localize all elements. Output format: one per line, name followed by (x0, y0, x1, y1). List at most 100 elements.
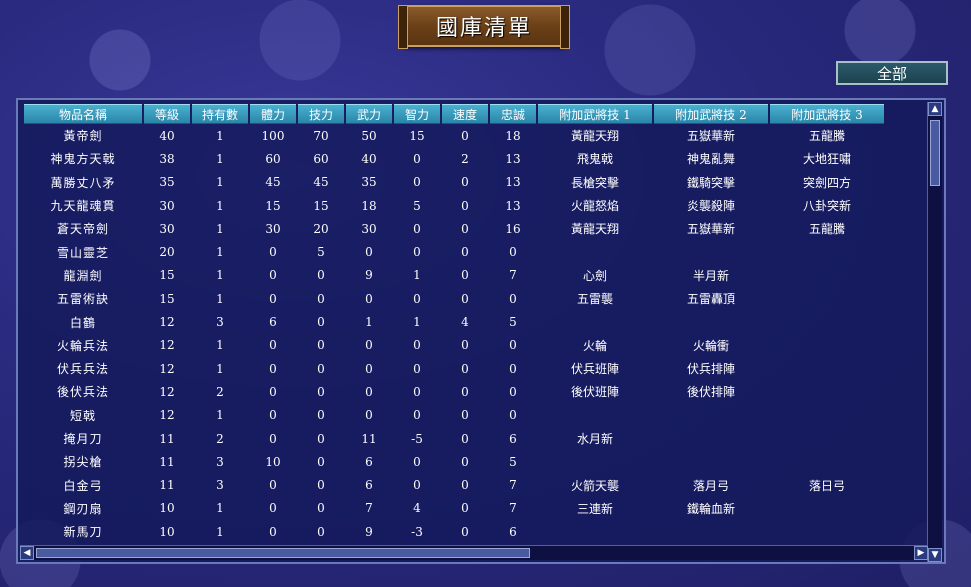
cell-quantity: 1 (216, 501, 224, 516)
table-row[interactable]: 掩月刀 11 2 0 0 11 -5 0 6 水月新 (24, 427, 884, 450)
inventory-panel: 物品名稱 等級 持有數 體力 技力 武力 智力 速度 忠誠 附加武將技 1 附加… (16, 98, 946, 564)
table-row[interactable]: 伏兵兵法 12 1 0 0 0 0 0 0 伏兵班陣 伏兵排陣 (24, 357, 884, 380)
cell-quantity: 2 (216, 384, 224, 399)
cell-skill-3 (770, 427, 884, 450)
table-row[interactable]: 神鬼方天戟 38 1 60 60 40 0 2 13 飛鬼戟 神鬼亂舞 大地狂嘯 (24, 147, 884, 170)
cell-strength: 18 (361, 198, 377, 213)
col-header-speed[interactable]: 速度 (442, 104, 488, 124)
table-row[interactable]: 火輪兵法 12 1 0 0 0 0 0 0 火輪 火輪衝 (24, 334, 884, 357)
cell-level: 15 (159, 291, 175, 306)
cell-speed: 0 (461, 338, 469, 353)
col-header-quantity[interactable]: 持有數 (192, 104, 248, 124)
col-header-skill-3[interactable]: 附加武將技 3 (770, 104, 884, 124)
table-row[interactable]: 龍淵劍 15 1 0 0 9 1 0 7 心劍 半月新 (24, 264, 884, 287)
cell-skill-2: 半月新 (692, 268, 729, 283)
cell-skill-2 (654, 450, 768, 473)
cell-strength: 6 (365, 478, 373, 493)
cell-stamina: 15 (265, 198, 281, 213)
cell-item-name: 白金弓 (63, 478, 103, 493)
col-header-level[interactable]: 等級 (144, 104, 190, 124)
cell-skill-2 (654, 404, 768, 427)
table-row[interactable]: 白鶴 12 3 6 0 1 1 4 5 (24, 310, 884, 333)
inventory-table-body: 黃帝劍 40 1 100 70 50 15 0 18 黃龍天翔 五嶽華新 五龍騰 神鬼方天戟 38 1 60 6… (24, 124, 884, 543)
cell-quantity: 1 (216, 291, 224, 306)
horizontal-scrollbar[interactable]: ◀ ▶ (20, 545, 928, 560)
cell-skill-2 (654, 240, 768, 263)
vertical-scrollbar[interactable]: ▲ ▼ (927, 102, 942, 562)
table-row[interactable]: 拐尖槍 11 3 10 0 6 0 0 5 (24, 450, 884, 473)
cell-item-name: 伏兵兵法 (56, 362, 109, 377)
cell-level: 30 (159, 198, 175, 213)
cell-skill-1: 水月新 (576, 432, 613, 446)
cell-level: 15 (159, 268, 175, 283)
cell-speed: 2 (461, 151, 469, 166)
cell-skill-3 (770, 380, 884, 403)
col-header-loyalty[interactable]: 忠誠 (490, 104, 536, 124)
table-row[interactable]: 後伏兵法 12 2 0 0 0 0 0 0 後伏班陣 後伏排陣 (24, 380, 884, 403)
cell-skill-3 (770, 357, 884, 380)
cell-intelligence: 5 (413, 198, 421, 213)
table-row[interactable]: 蒼天帝劍 30 1 30 20 30 0 0 16 黃龍天翔 五嶽華新 五龍騰 (24, 217, 884, 240)
col-header-skill-1[interactable]: 附加武將技 1 (538, 104, 652, 124)
col-header-skill-2[interactable]: 附加武將技 2 (654, 104, 768, 124)
cell-item-name: 神鬼方天戟 (50, 152, 116, 167)
scroll-down-icon[interactable]: ▼ (928, 548, 942, 562)
col-header-item-name[interactable]: 物品名稱 (24, 104, 142, 124)
col-header-strength[interactable]: 武力 (346, 104, 392, 124)
cell-intelligence: 0 (413, 221, 421, 236)
cell-skill-1 (538, 450, 652, 473)
vertical-scroll-thumb[interactable] (930, 120, 940, 186)
cell-quantity: 3 (216, 454, 224, 469)
cell-intelligence: -3 (411, 524, 423, 539)
table-row[interactable]: 雪山靈芝 20 1 0 5 0 0 0 0 (24, 240, 884, 263)
horizontal-scroll-thumb[interactable] (36, 548, 530, 558)
scroll-left-icon[interactable]: ◀ (20, 546, 34, 560)
cell-skill-3 (770, 310, 884, 333)
cell-quantity: 1 (216, 221, 224, 236)
cell-loyalty: 7 (509, 268, 517, 283)
cell-quantity: 1 (216, 338, 224, 353)
cell-skill-3 (770, 497, 884, 520)
cell-intelligence: 0 (413, 408, 421, 423)
cell-strength: 1 (365, 315, 373, 330)
table-row[interactable]: 黃帝劍 40 1 100 70 50 15 0 18 黃龍天翔 五嶽華新 五龍騰 (24, 124, 884, 147)
table-row[interactable]: 五雷術訣 15 1 0 0 0 0 0 0 五雷襲 五雷轟頂 (24, 287, 884, 310)
cell-level: 20 (159, 245, 175, 260)
table-row[interactable]: 白金弓 11 3 0 0 6 0 0 7 火箭天襲 落月弓 落日弓 (24, 473, 884, 496)
col-header-skill[interactable]: 技力 (298, 104, 344, 124)
cell-quantity: 1 (216, 128, 224, 143)
table-row[interactable]: 九天龍魂貫 30 1 15 15 18 5 0 13 火龍怒焰 炎襲殺陣 八卦突新 (24, 194, 884, 217)
cell-level: 10 (159, 501, 175, 516)
cell-speed: 0 (461, 198, 469, 213)
cell-skill-2: 鐵輪血新 (686, 501, 735, 516)
cell-loyalty: 7 (509, 478, 517, 493)
cell-speed: 0 (461, 408, 469, 423)
cell-skill-1: 心劍 (582, 268, 607, 283)
cell-stamina: 6 (269, 315, 277, 330)
cell-item-name: 蒼天帝劍 (56, 222, 109, 237)
cell-intelligence: -5 (411, 431, 423, 446)
table-row[interactable]: 鋼刃扇 10 1 0 0 7 4 0 7 三連新 鐵輪血新 (24, 497, 884, 520)
table-row[interactable]: 萬勝丈八矛 35 1 45 45 35 0 0 13 長槍突擊 鐵騎突擊 突劍四方 (24, 171, 884, 194)
cell-skill-2: 火輪衝 (692, 338, 729, 353)
cell-item-name: 掩月刀 (63, 432, 103, 446)
filter-all-button[interactable]: 全部 (836, 61, 948, 85)
cell-speed: 0 (461, 478, 469, 493)
cell-speed: 0 (461, 245, 469, 260)
cell-skill-3 (770, 264, 884, 287)
cell-loyalty: 6 (509, 431, 517, 446)
cell-stamina: 0 (269, 384, 277, 399)
scroll-right-icon[interactable]: ▶ (914, 546, 928, 560)
col-header-intelligence[interactable]: 智力 (394, 104, 440, 124)
cell-skill-2: 五嶽華新 (686, 129, 735, 144)
cell-quantity: 3 (216, 315, 224, 330)
cell-speed: 0 (461, 221, 469, 236)
cell-strength: 50 (361, 128, 377, 143)
table-row[interactable]: 新馬刀 10 1 0 0 9 -3 0 6 (24, 520, 884, 543)
cell-speed: 0 (461, 268, 469, 283)
col-header-stamina[interactable]: 體力 (250, 104, 296, 124)
table-row[interactable]: 短戟 12 1 0 0 0 0 0 0 (24, 404, 884, 427)
cell-skill-2: 後伏排陣 (686, 385, 735, 400)
cell-loyalty: 5 (509, 454, 517, 469)
scroll-up-icon[interactable]: ▲ (928, 102, 942, 116)
